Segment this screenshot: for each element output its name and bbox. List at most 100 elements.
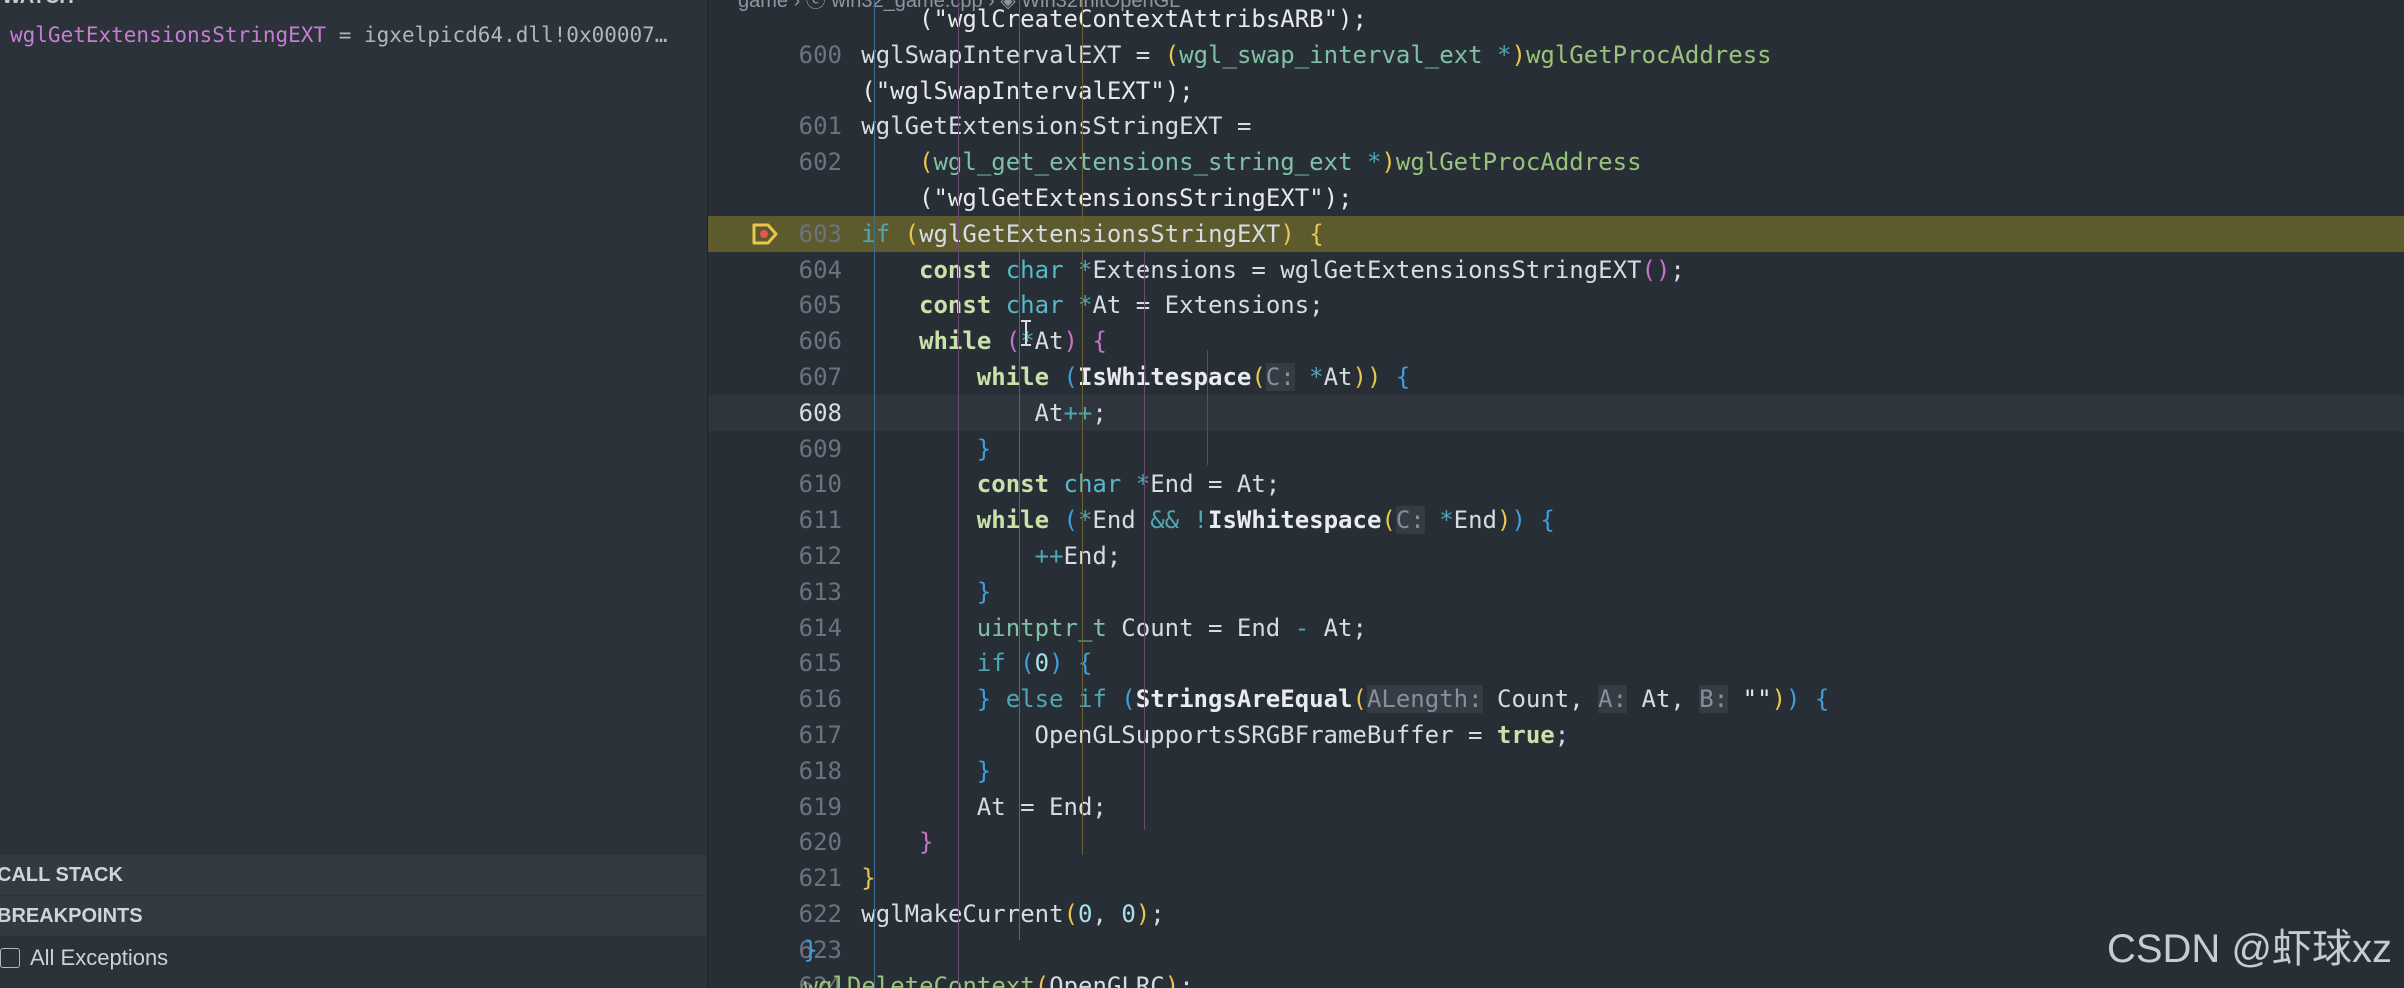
code-token: A: <box>1598 685 1628 714</box>
breakpoint-current-icon[interactable] <box>751 222 779 246</box>
code-text: OpenGLSupportsSRGBFrameBuffer = true; <box>1035 717 1570 753</box>
line-number: 612 <box>798 542 842 570</box>
code-line[interactable]: ("wglGetExtensionsStringEXT"); <box>708 180 2404 216</box>
code-token: IsWhitespace <box>1208 506 1382 535</box>
line-number: 601 <box>798 112 842 141</box>
code-line[interactable]: 605 const char *At = Extensions; <box>708 287 2404 323</box>
line-number: 609 <box>798 434 842 463</box>
code-text: wglMakeCurrent(0, 0); <box>861 896 1164 932</box>
code-token: , <box>1092 900 1122 928</box>
code-line[interactable]: 618} <box>708 753 2404 789</box>
code-lines[interactable]: ("wglCreateContextAttribsARB"); 600 wglSwa… <box>708 0 2404 988</box>
code-token: C: <box>1395 506 1425 535</box>
code-token: Count = End <box>1121 613 1295 642</box>
all-exceptions-label: All Exceptions <box>30 945 169 970</box>
call-stack-section-header[interactable]: CALL STACK <box>0 855 707 895</box>
code-line[interactable]: 621} <box>708 860 2404 896</box>
code-line[interactable]: 609} <box>708 431 2404 467</box>
watch-section-header[interactable]: WATCH <box>2 0 74 9</box>
code-token: { <box>1381 363 1411 391</box>
line-number: 620 <box>798 828 842 857</box>
breakpoints-section-header[interactable]: BREAKPOINTS <box>0 896 707 936</box>
code-token: OpenGLSupportsSRGBFrameBuffer = <box>1034 721 1497 749</box>
code-token: ( <box>1020 649 1035 678</box>
code-line[interactable]: 614 uintptr_t Count = End - At; <box>708 610 2404 646</box>
code-line[interactable]: 620} <box>708 824 2404 860</box>
code-line[interactable]: 606 while (*At) { <box>708 323 2404 359</box>
code-text: } else if (StringsAreEqual(ALength: Coun… <box>976 681 1830 717</box>
code-text: } <box>977 753 991 789</box>
code-token: ; <box>1150 900 1165 928</box>
code-token: "" <box>1742 685 1772 714</box>
code-text: wglDeleteContext(OpenGLRC); <box>804 968 1194 988</box>
code-token: End <box>1453 506 1498 535</box>
code-token: ("wglSwapIntervalEXT"); <box>861 76 1194 105</box>
code-token: wglSwapIntervalEXT = <box>861 40 1165 69</box>
code-line[interactable]: 611 while (*End && !IsWhitespace(C: *End)… <box>708 502 2404 538</box>
code-editor[interactable]: game › ⓒ win32_game.cpp › ◈ Win32InitOpe… <box>708 0 2404 988</box>
code-token: At, <box>1627 685 1700 714</box>
code-line[interactable]: 617 OpenGLSupportsSRGBFrameBuffer = true; <box>708 717 2404 753</box>
line-number: 608 <box>798 398 842 427</box>
all-exceptions-checkbox[interactable] <box>0 948 20 968</box>
watch-item-separator: = <box>326 23 365 47</box>
line-number: 610 <box>798 470 842 499</box>
code-line[interactable]: 607 while (IsWhitespace(C: *At)) { <box>708 359 2404 395</box>
breakpoints-label: BREAKPOINTS <box>0 905 143 927</box>
line-number: 605 <box>798 291 842 320</box>
code-token: wgl_swap_interval_ext <box>1179 40 1498 69</box>
indent-guide <box>1144 250 1145 830</box>
code-token: ) { <box>1786 685 1830 714</box>
code-token: OpenGLRC <box>1049 971 1165 988</box>
code-text: wglGetExtensionsStringEXT = <box>861 108 1251 144</box>
code-token: } <box>976 685 1006 714</box>
code-line[interactable]: 615 if (0) { <box>708 645 2404 681</box>
code-text: } <box>804 932 818 968</box>
code-token: ; <box>1179 971 1194 988</box>
code-token: uintptr_t <box>976 613 1122 642</box>
code-token: * <box>1366 148 1382 177</box>
line-number: 617 <box>798 721 842 749</box>
code-line[interactable]: 604 const char *Extensions = wglGetExtens… <box>708 252 2404 288</box>
line-number: 602 <box>798 148 842 177</box>
all-exceptions-breakpoint[interactable]: All Exceptions <box>0 938 707 978</box>
code-line[interactable]: 602 (wgl_get_extensions_string_ext *)wglG… <box>708 144 2404 180</box>
code-token: ; <box>1092 398 1107 427</box>
code-token: && ! <box>1150 506 1208 535</box>
code-line[interactable]: 619 At = End; <box>708 789 2404 825</box>
code-token: At <box>1034 398 1064 427</box>
code-token: * <box>1135 470 1151 499</box>
code-token: ) <box>1497 506 1512 535</box>
code-line[interactable]: 613} <box>708 574 2404 610</box>
code-line[interactable]: 612 ++End; <box>708 538 2404 574</box>
code-token: * <box>1077 255 1093 284</box>
code-line[interactable]: 610 const char *End = At; <box>708 466 2404 502</box>
code-token: At <box>1034 327 1064 356</box>
code-token: ( <box>1352 685 1367 714</box>
code-line[interactable]: 600 wglSwapIntervalEXT = (wgl_swap_interv… <box>708 37 2404 73</box>
code-token: 0 <box>1034 649 1050 678</box>
code-text: const char *End = At; <box>977 466 1280 502</box>
code-text: const char *Extensions = wglGetExtension… <box>919 252 1685 288</box>
code-line[interactable]: ("wglCreateContextAttribsARB"); <box>708 1 2404 37</box>
watch-item[interactable]: wglGetExtensionsStringEXT = igxelpicd64.… <box>10 18 707 52</box>
code-token: char <box>1063 470 1136 499</box>
code-token: At = Extensions; <box>1092 291 1324 320</box>
code-token: ("wglCreateContextAttribsARB"); <box>919 5 1367 33</box>
code-token: true <box>1496 721 1555 749</box>
code-token: ( <box>1034 971 1050 988</box>
code-token: Extensions = wglGetExtensionsStringEXT <box>1092 255 1642 284</box>
code-line[interactable]: 601 wglGetExtensionsStringEXT = <box>708 108 2404 144</box>
code-text: wglSwapIntervalEXT = (wgl_swap_interval_… <box>861 37 1771 73</box>
code-line[interactable]: ("wglSwapIntervalEXT"); <box>708 73 2404 109</box>
code-text: (wgl_get_extensions_string_ext *)wglGetP… <box>919 144 1641 180</box>
code-line[interactable]: 608 At++; <box>708 394 2404 431</box>
code-token: StringsAreEqual <box>1135 685 1353 714</box>
code-token: ) <box>1164 971 1180 988</box>
code-line[interactable]: 616} else if (StringsAreEqual(ALength: C… <box>708 681 2404 717</box>
code-line[interactable]: 603 if (wglGetExtensionsStringEXT) { <box>708 215 2404 252</box>
code-text: At = End; <box>977 789 1107 825</box>
code-token: char <box>1005 291 1078 320</box>
code-token: ) { <box>1049 649 1093 678</box>
